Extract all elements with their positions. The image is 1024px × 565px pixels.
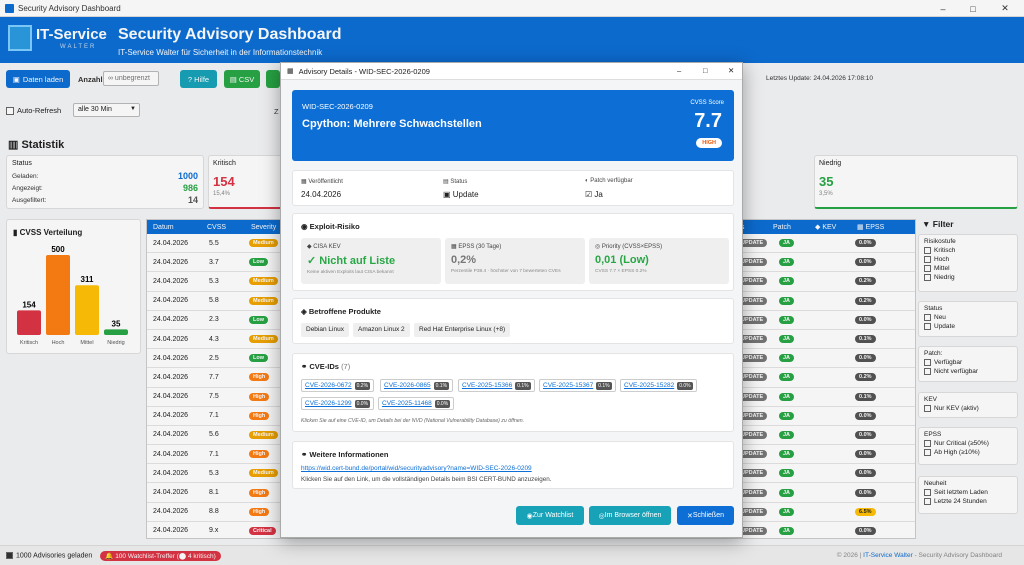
status-label: ▤ Status <box>443 179 468 185</box>
products-section: ◈ Betroffene Produkte Debian Linux Amazo… <box>292 298 734 344</box>
product-tag: Debian Linux <box>301 323 349 337</box>
product-tag: Amazon Linux 2 <box>353 323 410 337</box>
priority-label: ◎ Priority (CVSS×EPSS) <box>595 244 663 250</box>
cve-link[interactable]: CVE-2026-0865 <box>384 382 431 389</box>
cve-link[interactable]: CVE-2025-15366 <box>462 382 512 389</box>
cve-epss-badge: 0.1% <box>515 381 531 390</box>
cve-epss-badge: 0.0% <box>354 399 371 408</box>
cve-tag[interactable]: CVE-2025-15282 0.0% <box>620 379 697 392</box>
advisory-id: WID-SEC-2026-0209 <box>302 102 373 111</box>
meta-section: ▦ Veröffentlicht 24.04.2026 ▤ Status ▣ U… <box>292 170 734 206</box>
cve-link[interactable]: CVE-2025-15282 <box>624 382 674 389</box>
severity-badge: HIGH <box>696 138 722 148</box>
published-value: 24.04.2026 <box>301 190 342 199</box>
info-section: ⚭ Weitere Informationen https://wid.cert… <box>292 441 734 489</box>
advisory-header: WID-SEC-2026-0209 Cpython: Mehrere Schwa… <box>292 90 734 161</box>
exploit-risk-title: ◉ Exploit-Risiko <box>301 222 360 231</box>
cisa-kev-box: ◆ CISA KEV ✓ Nicht auf Liste Keine aktiv… <box>301 238 441 284</box>
checkbox-icon: ☑ <box>585 190 595 199</box>
advisory-details-dialog: ▦ Advisory Details - WID-SEC-2026-0209 –… <box>280 62 743 538</box>
priority-subtext: CVSS 7.7 × EPSS 0.2% <box>595 269 647 274</box>
exploit-risk-section: ◉ Exploit-Risiko ◆ CISA KEV ✓ Nicht auf … <box>292 213 734 291</box>
cve-epss-badge: 0.0% <box>434 399 451 408</box>
epss-box: ▦ EPSS (30 Tage) 0,2% Perzentile P38.4 ·… <box>445 238 585 284</box>
cve-tag[interactable]: CVE-2025-15366 0.1% <box>458 379 535 392</box>
cert-bund-link[interactable]: https://wid.cert-bund.de/portal/wid/secu… <box>301 465 532 472</box>
dialog-close-icon[interactable]: ✕ <box>728 66 734 75</box>
cve-section: ⚭ CVE-IDs (7) CVE-2026-0672 0.2% CVE-2026-… <box>292 353 734 432</box>
kev-label: ◆ CISA KEV <box>307 244 341 250</box>
dialog-title: Advisory Details - WID-SEC-2026-0209 <box>298 66 430 76</box>
priority-value: 0,01 (Low) <box>595 254 649 266</box>
cve-epss-badge: 0.1% <box>433 381 450 390</box>
epss-subtext: Perzentile P38.4 · höchster von 7 bewert… <box>451 269 561 274</box>
cve-link[interactable]: CVE-2026-1299 <box>305 400 352 407</box>
patch-label: ◐ Patch verfügbar <box>585 178 633 184</box>
score-label: CVSS Score <box>690 100 724 106</box>
info-hint: Klicken Sie auf den Link, um die vollstä… <box>301 476 552 483</box>
close-dialog-button[interactable]: ✕ Schließen <box>677 506 734 525</box>
priority-box: ◎ Priority (CVSS×EPSS) 0,01 (Low) CVSS 7… <box>589 238 729 284</box>
cve-tag[interactable]: CVE-2025-15367 0.1% <box>539 379 616 392</box>
products-title: ◈ Betroffene Produkte <box>301 307 381 316</box>
advisory-name: Cpython: Mehrere Schwachstellen <box>302 118 482 130</box>
dialog-titlebar: ▦ Advisory Details - WID-SEC-2026-0209 –… <box>281 63 742 80</box>
cvss-score: 7.7 <box>694 110 722 132</box>
epss-value: 0,2% <box>451 254 477 266</box>
status-value: ▣ Update <box>443 190 479 199</box>
update-icon: ▣ <box>443 190 453 199</box>
cve-link[interactable]: CVE-2025-11468 <box>382 400 432 407</box>
cve-tag[interactable]: CVE-2025-11468 0.0% <box>378 397 455 410</box>
cve-hint: Klicken Sie auf eine CVE-ID, um Details … <box>301 418 525 424</box>
add-watchlist-button[interactable]: ◉ Zur Watchlist <box>516 506 584 525</box>
cve-title: ⚭ CVE-IDs (7) <box>301 362 351 371</box>
open-browser-button[interactable]: ◎ Im Browser öffnen <box>589 506 671 525</box>
cve-tag[interactable]: CVE-2026-1299 0.0% <box>301 397 375 410</box>
box-icon: ◈ <box>301 307 309 316</box>
published-label: ▦ Veröffentlicht <box>301 179 343 185</box>
warning-icon: ◉ <box>301 222 310 231</box>
patch-value: ☑ Ja <box>585 190 603 199</box>
info-title: ⚭ Weitere Informationen <box>301 450 389 459</box>
dialog-minimize-button[interactable]: – <box>677 66 681 75</box>
epss-label: ▦ EPSS (30 Tage) <box>451 244 502 250</box>
cve-tag[interactable]: CVE-2026-0865 0.1% <box>380 379 454 392</box>
product-tag: Red Hat Enterprise Linux (+8) <box>414 323 511 337</box>
dialog-icon: ▦ <box>287 68 294 75</box>
dialog-maximize-button[interactable]: □ <box>703 66 708 75</box>
kev-subtext: Keine aktiven Exploits laut CISA bekannt <box>307 270 394 275</box>
cve-tag[interactable]: CVE-2026-0672 0.2% <box>301 379 375 392</box>
target-icon: ◎ <box>595 244 602 250</box>
cve-link[interactable]: CVE-2025-15367 <box>543 382 593 389</box>
kev-value: ✓ Nicht auf Liste <box>307 255 396 267</box>
cve-epss-badge: 0.2% <box>354 381 371 390</box>
cve-epss-badge: 0.0% <box>677 381 693 390</box>
cve-epss-badge: 0.1% <box>596 381 612 390</box>
cve-link[interactable]: CVE-2026-0672 <box>305 382 352 389</box>
